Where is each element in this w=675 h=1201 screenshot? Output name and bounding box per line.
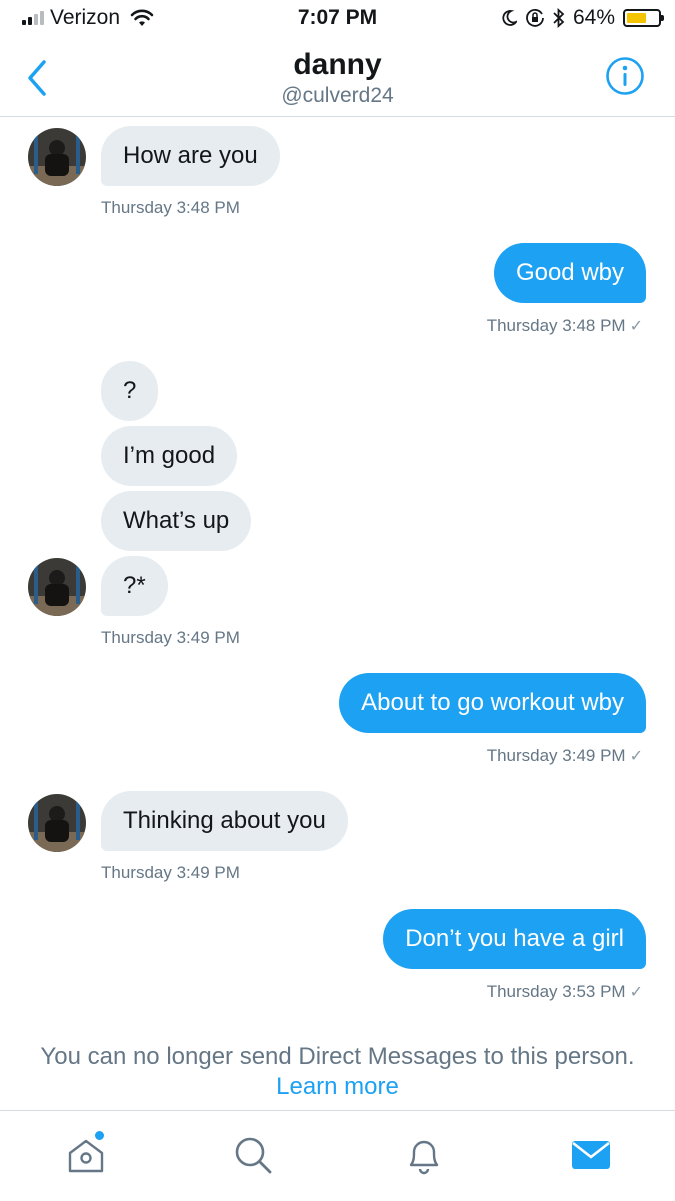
- battery-level: [627, 13, 646, 23]
- conversation-header: danny @culverd24: [0, 38, 675, 117]
- conversation-name: danny: [293, 48, 382, 81]
- message-timestamp: Thursday 3:49 PM: [486, 746, 626, 765]
- message-bubble-incoming[interactable]: What’s up: [101, 491, 252, 551]
- dm-disabled-notice: You can no longer send Direct Messages t…: [0, 1042, 675, 1102]
- tab-bar: [0, 1110, 675, 1201]
- notice-text: You can no longer send Direct Messages t…: [40, 1043, 635, 1070]
- avatar-image: [28, 558, 86, 616]
- moon-icon: [502, 10, 517, 26]
- bluetooth-icon: [553, 8, 565, 28]
- message-bubble-incoming[interactable]: I’m good: [101, 426, 238, 486]
- home-badge-dot: [95, 1131, 104, 1140]
- read-check-icon: ✓: [629, 318, 643, 335]
- status-bar-right: 64%: [501, 6, 664, 30]
- info-icon[interactable]: [605, 56, 645, 96]
- read-check-icon: ✓: [629, 748, 643, 765]
- battery-percent: 64%: [572, 6, 615, 29]
- avatar[interactable]: [28, 558, 86, 616]
- message-bubble-outgoing[interactable]: Don’t you have a girl: [383, 909, 646, 969]
- message-bubble-incoming[interactable]: Thinking about you: [101, 791, 348, 851]
- message-timestamp-row: Thursday 3:48 PM ✓: [487, 316, 643, 336]
- message-timestamp: Thursday 3:53 PM: [486, 982, 626, 1001]
- mail-icon[interactable]: [569, 1133, 613, 1177]
- search-icon[interactable]: [231, 1133, 275, 1177]
- bell-icon[interactable]: [402, 1133, 446, 1177]
- message-timestamp-row: Thursday 3:53 PM ✓: [487, 982, 643, 1002]
- message-bubble-incoming[interactable]: ?*: [101, 556, 168, 616]
- message-bubble-outgoing[interactable]: Good wby: [493, 243, 646, 303]
- message-bubble-outgoing[interactable]: About to go workout wby: [339, 673, 646, 733]
- message-timestamp: Thursday 3:48 PM: [486, 316, 626, 335]
- learn-more-link[interactable]: Learn more: [0, 1072, 675, 1102]
- avatar-image: [28, 794, 86, 852]
- avatar[interactable]: [28, 794, 86, 852]
- read-check-icon: ✓: [629, 984, 643, 1001]
- conversation-handle: @culverd24: [281, 84, 394, 107]
- message-timestamp: Thursday 3:49 PM: [101, 628, 240, 647]
- battery-icon: [623, 9, 664, 27]
- message-bubble-incoming[interactable]: ?: [101, 361, 159, 421]
- message-timestamp: Thursday 3:48 PM: [101, 198, 240, 217]
- message-bubble-incoming[interactable]: How are you: [101, 126, 280, 186]
- home-icon[interactable]: [64, 1133, 108, 1177]
- message-timestamp: Thursday 3:49 PM: [101, 863, 240, 882]
- message-timestamp-row: Thursday 3:49 PM ✓: [487, 746, 643, 766]
- orientation-lock-icon: [526, 9, 544, 27]
- avatar[interactable]: [28, 128, 86, 186]
- status-bar: Verizon 7:07 PM 64%: [0, 0, 675, 38]
- avatar-image: [28, 128, 86, 186]
